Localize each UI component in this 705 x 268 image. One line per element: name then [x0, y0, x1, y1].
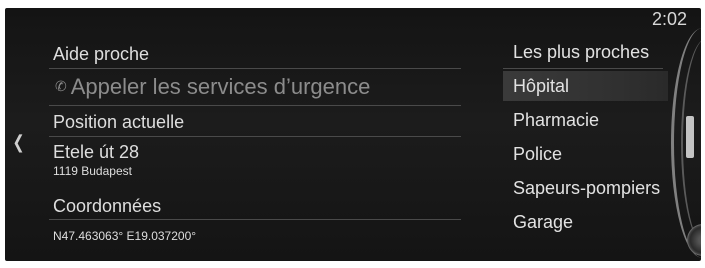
scrollbar-thumb[interactable]	[686, 116, 694, 158]
clock: 2:02	[651, 9, 687, 29]
emergency-call-label: Appeler les services d’urgence	[70, 74, 371, 99]
divider	[49, 136, 461, 137]
address-line1: Etele út 28	[53, 142, 140, 162]
navigation-screen: 2:02 ❮ Aide proche ✆ Appeler les services…	[5, 8, 701, 261]
divider	[49, 68, 461, 69]
menu-item-hospital[interactable]: Hôpital	[513, 76, 569, 97]
phone-icon: ✆	[55, 78, 67, 94]
menu-item-firefighters[interactable]: Sapeurs-pompiers	[513, 178, 660, 199]
divider	[503, 68, 663, 69]
divider	[49, 105, 461, 106]
back-chevron-icon[interactable]: ❮	[13, 132, 25, 153]
menu-item-police[interactable]: Police	[513, 144, 562, 165]
menu-item-pharmacy[interactable]: Pharmacie	[513, 110, 599, 131]
divider	[49, 219, 461, 220]
coordinates-value: N47.463063° E19.037200°	[53, 229, 197, 243]
menu-item-garage[interactable]: Garage	[513, 212, 573, 233]
coordinates-heading: Coordonnées	[53, 196, 162, 216]
section-title: Aide proche	[53, 44, 150, 64]
menu-item-nearest[interactable]: Les plus proches	[513, 42, 649, 63]
emergency-call-button[interactable]: ✆ Appeler les services d’urgence	[55, 74, 370, 100]
position-heading: Position actuelle	[53, 112, 185, 132]
address-line2: 1119 Budapest	[53, 164, 132, 178]
